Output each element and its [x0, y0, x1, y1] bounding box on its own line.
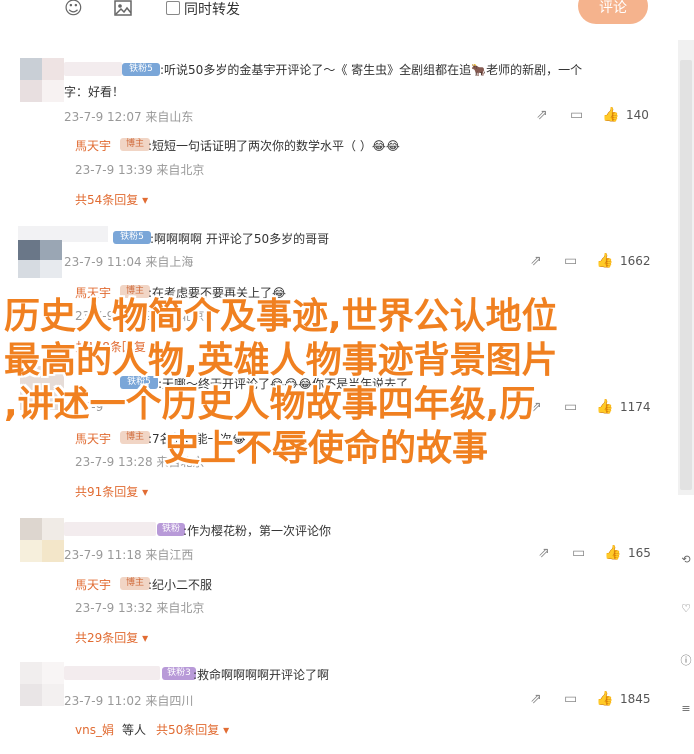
reply-text: 等人 [122, 723, 147, 737]
more-replies-link[interactable]: 共91条回复 ▾ [75, 483, 148, 500]
overlay-line: 史上不辱使命的故事 [164, 428, 489, 469]
more-replies-link[interactable]: 共29条回复 ▾ [75, 629, 148, 646]
like-icon[interactable]: 👍 [602, 107, 619, 123]
more-replies-link[interactable]: 共50条回复 ▾ [156, 721, 229, 738]
share-icon[interactable]: ⇗ [536, 107, 548, 123]
chevron-down-icon: ▾ [142, 193, 149, 207]
reply-username[interactable]: 馬天宇 [75, 137, 111, 154]
share-icon[interactable]: ⇗ [538, 545, 550, 561]
more-replies-link[interactable]: 共54条回复 ▾ [75, 191, 148, 208]
username[interactable] [64, 522, 156, 536]
comment-icon[interactable]: ▭ [572, 545, 585, 561]
comment-meta: 23-7-9 12:07 来自山东 [64, 110, 194, 124]
menu-icon[interactable]: ≡ [678, 702, 694, 715]
info-icon[interactable]: ⓘ [678, 652, 694, 668]
fan-badge: 铁粉3 [162, 667, 196, 680]
like-count: 165 [628, 546, 651, 560]
fan-badge: 铁粉5 [122, 63, 160, 76]
share-icon[interactable]: ⇗ [530, 691, 542, 707]
reply-meta: 23-7-9 13:39 来自北京 [75, 163, 205, 177]
reply-username[interactable]: 馬天宇 [75, 576, 111, 593]
avatar[interactable] [20, 518, 64, 562]
more-replies-label: 共50条回复 [156, 723, 220, 737]
chevron-down-icon: ▾ [142, 485, 149, 499]
forward-checkbox[interactable] [166, 1, 180, 15]
comment-icon[interactable]: ▭ [564, 253, 577, 269]
share-icon[interactable]: ⇗ [530, 253, 542, 269]
comment-actions: ⇗ ▭ 👍 1845 [530, 691, 670, 709]
comment-text: :作为樱花粉，第一次评论你 [183, 524, 332, 538]
chevron-down-icon: ▾ [223, 723, 230, 737]
like-icon[interactable]: 👍 [604, 545, 621, 561]
like-count: 1662 [620, 254, 651, 268]
comment-meta: 23-7-9 11:18 来自江西 [64, 548, 194, 562]
reply-meta: 23-7-9 13:32 来自北京 [75, 601, 205, 615]
more-replies-label: 共91条回复 [75, 485, 139, 499]
comment-actions: ⇗ ▭ 👍 165 [538, 545, 668, 563]
avatar[interactable] [20, 58, 64, 102]
more-replies-label: 共29条回复 [75, 631, 139, 645]
overlay-line: 历史人物简介及事迹,世界公认地位 [4, 296, 558, 337]
like-icon[interactable]: 👍 [596, 691, 613, 707]
overlay-line: 最高的人物,英雄人物事迹背景图片 [4, 340, 558, 381]
overlay-headline: 历史人物简介及事迹,世界公认地位 最高的人物,英雄人物事迹背景图片 ,讲述一个历… [4, 295, 694, 471]
author-badge: 博主 [120, 138, 150, 151]
reply-text: :短短一句话证明了两次你的数学水平（ ）😂😂 [148, 139, 400, 153]
comment-text: :啊啊啊啊 开评论了50多岁的哥哥 [150, 232, 330, 246]
heart-icon[interactable]: ♡ [678, 602, 694, 615]
submit-comment-button[interactable]: 评论 [578, 0, 648, 24]
fan-badge: 铁粉3 [157, 523, 185, 547]
comment-text-cont: 字：好看！ [64, 85, 125, 99]
comment-text: :听说50多岁的金基宇开评论了～《 寄生虫》全剧组都在追🐂老师的新剧，一个 [160, 63, 583, 77]
comment-actions: ⇗ ▭ 👍 140 [536, 107, 666, 125]
refresh-icon[interactable]: ⟲ [678, 553, 694, 566]
forward-label: 同时转发 [184, 2, 240, 18]
overlay-line: ,讲述一个历史人物故事四年级,历 [4, 384, 536, 425]
like-count: 1845 [620, 692, 651, 706]
reply-text: :纪小二不服 [148, 578, 213, 592]
like-icon[interactable]: 👍 [596, 253, 613, 269]
comment-actions: ⇗ ▭ 👍 1662 [530, 253, 670, 271]
reply-username[interactable]: vns_娟 [75, 721, 114, 738]
fan-badge: 铁粉5 [113, 231, 151, 244]
smile-icon[interactable]: ☺ [64, 0, 84, 18]
image-icon[interactable] [114, 0, 134, 18]
chevron-down-icon: ▾ [142, 631, 149, 645]
avatar[interactable] [18, 226, 108, 278]
like-count: 140 [626, 108, 649, 122]
author-badge: 博主 [120, 577, 150, 590]
more-replies-label: 共54条回复 [75, 193, 139, 207]
comment-icon[interactable]: ▭ [564, 691, 577, 707]
comment-meta: 23-7-9 11:04 来自上海 [64, 255, 194, 269]
comment-icon[interactable]: ▭ [570, 107, 583, 123]
username[interactable] [64, 62, 122, 76]
username[interactable] [64, 666, 160, 680]
avatar[interactable] [20, 662, 64, 706]
comment-text: :救命啊啊啊啊开评论了啊 [193, 668, 330, 682]
comment-meta: 23-7-9 11:02 来自四川 [64, 694, 194, 708]
